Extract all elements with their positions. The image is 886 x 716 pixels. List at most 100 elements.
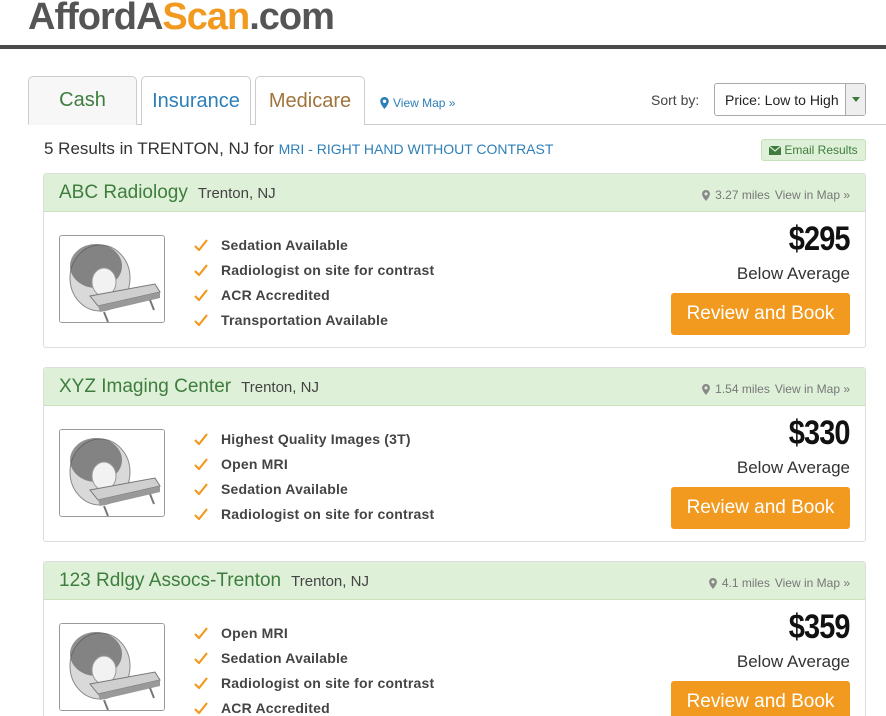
mri-scanner-image (60, 624, 164, 710)
distance-value: 3.27 miles (715, 188, 770, 202)
distance-value: 4.1 miles (721, 576, 770, 590)
feature-item: Sedation Available (194, 645, 434, 670)
mri-scanner-image[interactable] (59, 235, 165, 323)
tab-insurance[interactable]: Insurance (141, 76, 251, 125)
distance-info: 1.54 miles View in Map » (702, 382, 850, 396)
provider-name-link[interactable]: 123 Rdlgy Assocs-Trenton Trenton, NJ (59, 570, 369, 592)
price-note: Below Average (736, 264, 850, 283)
feature-label: Open MRI (221, 624, 288, 641)
feature-label: Highest Quality Images (3T) (221, 430, 411, 447)
view-in-map-link[interactable]: View in Map » (775, 576, 850, 590)
feature-label: Radiologist on site for contrast (221, 674, 435, 691)
price: $330 (789, 414, 851, 452)
checkmark-icon (194, 238, 208, 251)
feature-item: Open MRI (194, 451, 434, 476)
price-note: Below Average (736, 652, 850, 671)
card-header: XYZ Imaging Center Trenton, NJ 1.54 miles… (44, 368, 865, 406)
feature-label: Sedation Available (221, 236, 349, 253)
feature-item: Highest Quality Images (3T) (194, 426, 434, 451)
feature-item: Radiologist on site for contrast (194, 501, 434, 526)
feature-label: Open MRI (221, 455, 288, 472)
logo-part1: AffordA (28, 0, 163, 38)
feature-label: Sedation Available (221, 480, 349, 497)
checkmark-icon (194, 482, 208, 495)
envelope-icon (769, 145, 782, 155)
mri-scanner-image[interactable] (59, 623, 165, 711)
feature-item: Transportation Available (194, 307, 434, 332)
feature-label: ACR Accredited (221, 699, 330, 716)
view-map-label: View Map » (393, 96, 456, 110)
map-pin-icon (702, 189, 711, 201)
review-and-book-button[interactable]: Review and Book (671, 293, 850, 335)
provider-name: ABC Radiology (59, 182, 188, 203)
distance-info: 4.1 miles View in Map » (708, 576, 850, 590)
checkmark-icon (194, 507, 208, 520)
provider-name-link[interactable]: ABC Radiology Trenton, NJ (59, 182, 276, 204)
provider-city: Trenton, NJ (197, 185, 276, 202)
procedure-link[interactable]: MRI - RIGHT HAND WITHOUT CONTRAST (279, 141, 554, 157)
review-and-book-button[interactable]: Review and Book (671, 487, 850, 529)
email-results-button[interactable]: Email Results (761, 139, 866, 161)
checkmark-icon (194, 288, 208, 301)
result-card: 123 Rdlgy Assocs-Trenton Trenton, NJ 4.1 … (43, 561, 866, 716)
distance-value: 1.54 miles (715, 382, 770, 396)
feature-list: Highest Quality Images (3T) Open MRI Sed… (194, 426, 434, 526)
result-card: XYZ Imaging Center Trenton, NJ 1.54 miles… (43, 367, 866, 542)
provider-name: 123 Rdlgy Assocs-Trenton (59, 570, 282, 591)
feature-label: Radiologist on site for contrast (221, 505, 435, 522)
feature-item: Sedation Available (194, 232, 434, 257)
mri-scanner-image[interactable] (59, 429, 165, 517)
card-header: ABC Radiology Trenton, NJ 3.27 miles View… (44, 174, 865, 212)
tab-medicare[interactable]: Medicare (255, 76, 365, 125)
feature-list: Open MRI Sedation Available Radiologist … (194, 620, 434, 716)
provider-name: XYZ Imaging Center (59, 376, 232, 397)
card-header: 123 Rdlgy Assocs-Trenton Trenton, NJ 4.1 … (44, 562, 865, 600)
provider-city: Trenton, NJ (291, 573, 369, 590)
site-logo[interactable]: AffordAScan.com (28, 0, 335, 38)
sort-selected-value: Price: Low to High (725, 91, 839, 108)
feature-label: Sedation Available (221, 649, 349, 666)
checkmark-icon (194, 701, 208, 714)
feature-item: ACR Accredited (194, 695, 434, 716)
provider-name-link[interactable]: XYZ Imaging Center Trenton, NJ (59, 376, 319, 398)
map-pin-icon (708, 577, 717, 589)
view-map-link[interactable]: View Map » (380, 96, 455, 110)
feature-label: ACR Accredited (221, 286, 330, 303)
feature-item: ACR Accredited (194, 282, 434, 307)
header-rule (0, 45, 886, 49)
chevron-down-icon (845, 84, 865, 115)
results-summary: 5 Results in TRENTON, NJ for MRI - RIGHT… (44, 139, 553, 159)
feature-label: Transportation Available (221, 311, 389, 328)
distance-info: 3.27 miles View in Map » (702, 188, 850, 202)
results-count-text: 5 Results in TRENTON, NJ for (44, 139, 274, 158)
view-in-map-link[interactable]: View in Map » (775, 382, 850, 396)
checkmark-icon (194, 457, 208, 470)
map-pin-icon (702, 383, 711, 395)
sort-select[interactable]: Price: Low to High (714, 83, 866, 116)
checkmark-icon (194, 432, 208, 445)
map-pin-icon (380, 97, 389, 109)
provider-city: Trenton, NJ (241, 379, 319, 396)
checkmark-icon (194, 626, 208, 639)
email-results-label: Email Results (784, 143, 858, 157)
feature-list: Sedation Available Radiologist on site f… (194, 232, 434, 332)
checkmark-icon (194, 676, 208, 689)
feature-item: Radiologist on site for contrast (194, 257, 434, 282)
view-in-map-link[interactable]: View in Map » (775, 188, 850, 202)
review-and-book-button[interactable]: Review and Book (671, 681, 850, 716)
price-note: Below Average (736, 458, 850, 477)
tab-cash[interactable]: Cash (28, 76, 137, 125)
result-card: ABC Radiology Trenton, NJ 3.27 miles View… (43, 173, 866, 348)
price: $295 (789, 220, 851, 258)
feature-item: Sedation Available (194, 476, 434, 501)
price: $359 (789, 608, 851, 646)
mri-scanner-image (60, 236, 164, 322)
checkmark-icon (194, 313, 208, 326)
logo-part2: Scan (162, 0, 250, 38)
checkmark-icon (194, 263, 208, 276)
feature-item: Open MRI (194, 620, 434, 645)
mri-scanner-image (60, 430, 164, 516)
feature-item: Radiologist on site for contrast (194, 670, 434, 695)
logo-part3: .com (249, 0, 335, 38)
sort-by-label: Sort by: (651, 92, 700, 108)
